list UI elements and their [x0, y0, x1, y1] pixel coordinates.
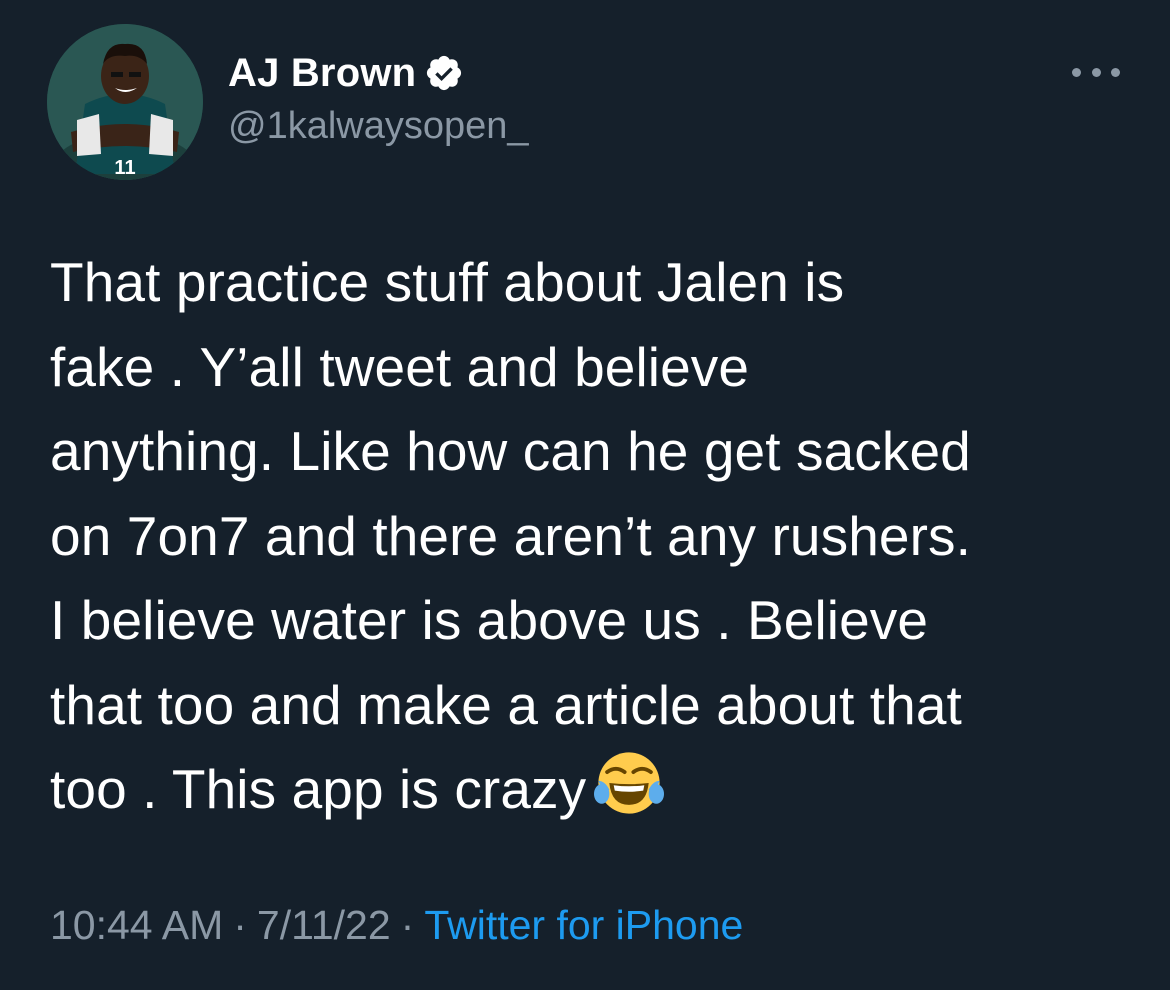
tweet-card: 11 AJ Brown @1kalwaysopen_ That practice… [0, 0, 1170, 990]
tweet-body: That practice stuff about Jalen is fake … [50, 251, 971, 820]
author-name-row[interactable]: AJ Brown [228, 48, 464, 98]
avatar-illustration: 11 [47, 24, 203, 180]
ellipsis-icon[interactable] [1072, 60, 1120, 84]
tweet-time[interactable]: 10:44 AM [50, 902, 223, 948]
display-name[interactable]: AJ Brown [228, 51, 416, 96]
tweet-date[interactable]: 7/11/22 [257, 902, 391, 948]
dot [1091, 67, 1101, 77]
verified-badge-icon [427, 55, 462, 91]
user-handle[interactable]: @1kalwaysopen_ [228, 105, 529, 148]
separator: · [400, 902, 415, 948]
tweet-source-link[interactable]: Twitter for iPhone [424, 902, 743, 948]
tears-of-joy-emoji-icon [594, 752, 665, 814]
svg-text:11: 11 [114, 157, 135, 179]
dot [1072, 67, 1081, 77]
separator: · [233, 902, 247, 948]
dot [1111, 67, 1120, 77]
avatar[interactable]: 11 [47, 24, 203, 180]
tweet-text: That practice stuff about Jalen is fake … [50, 240, 1140, 832]
tweet-meta: 10:44 AM · 7/11/22 · Twitter for iPhone [50, 902, 743, 949]
